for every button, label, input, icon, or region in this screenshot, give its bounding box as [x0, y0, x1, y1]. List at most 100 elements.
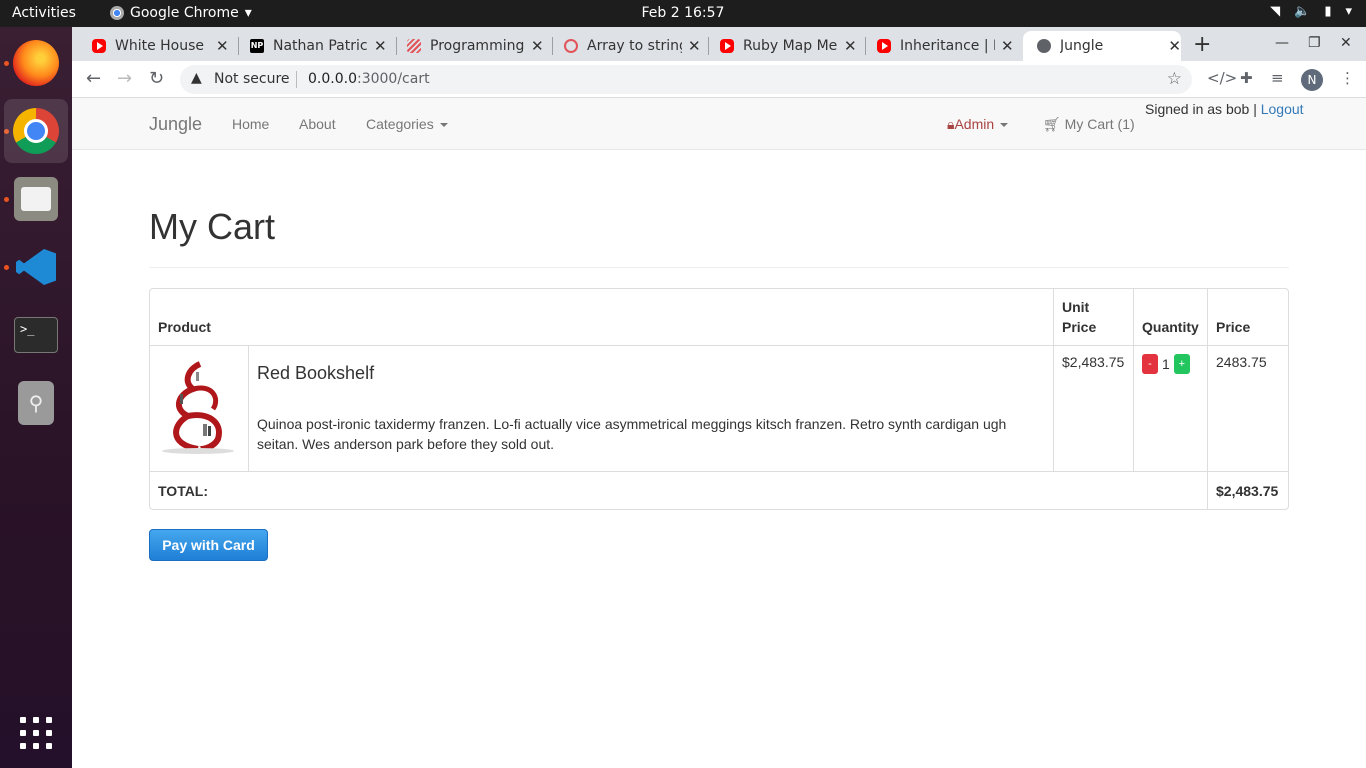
quantity-cell: -1 +	[1134, 346, 1208, 472]
system-tray[interactable]: ◥ 🔈 ▮ ▾	[1270, 4, 1352, 19]
url-path: :3000/cart	[356, 71, 430, 87]
nav-categories-label: Categories	[366, 116, 434, 132]
tab-inheritance[interactable]: Inheritance | R ✕	[857, 31, 1015, 61]
media-control-icon[interactable]: ≡	[1271, 69, 1284, 87]
nav-admin[interactable]: 🔒︎Admin	[947, 116, 1009, 133]
terminal-icon: >_	[14, 317, 58, 353]
firefox-icon	[13, 40, 59, 86]
url-host: 0.0.0.0	[308, 71, 357, 87]
os-top-bar: Activities Google Chrome ▾ Feb 2 16:57 ◥…	[0, 0, 1366, 27]
vscode-launcher[interactable]	[4, 235, 68, 299]
not-secure-label[interactable]: Not secure	[214, 71, 290, 87]
signed-in-text: Signed in as bob |	[1145, 101, 1261, 117]
product-image	[162, 361, 234, 454]
quantity-value: 1	[1162, 356, 1170, 372]
tab-strip: White House ✕ NP Nathan Patric ✕ Program…	[72, 27, 1366, 61]
close-tab-icon[interactable]: ✕	[1001, 37, 1014, 55]
terminal-launcher[interactable]: >_	[4, 303, 68, 367]
increase-quantity-button[interactable]: +	[1173, 354, 1190, 374]
table-header-row: Product Unit Price Quantity Price	[150, 289, 1288, 346]
tab-title: Ruby Map Me	[743, 38, 838, 54]
dock: >_ ⚲	[0, 27, 72, 768]
brand-link[interactable]: Jungle	[149, 114, 202, 135]
array-icon	[564, 39, 578, 53]
volume-icon: 🔈	[1294, 4, 1311, 19]
usb-icon: ⚲	[18, 381, 54, 425]
tab-title: Array to string	[587, 38, 682, 54]
more-menu-icon[interactable]: ⋮	[1340, 69, 1355, 87]
usb-launcher[interactable]: ⚲	[4, 371, 68, 435]
vscode-icon	[14, 245, 58, 289]
profile-avatar[interactable]: N	[1301, 69, 1323, 91]
nav-about[interactable]: About	[299, 116, 336, 132]
browser-toolbar: ← → ↻ ▲ Not secure 0.0.0.0:3000/cart ☆ <…	[72, 61, 1366, 98]
total-row: TOTAL: $2,483.75	[150, 472, 1288, 509]
caret-down-icon	[1000, 123, 1009, 128]
nav-my-cart-label: My Cart (1)	[1064, 116, 1135, 132]
tab-array-to-string[interactable]: Array to string ✕	[544, 31, 702, 61]
table-row: Red Bookshelf Quinoa post-ironic taxider…	[150, 346, 1288, 472]
nav-admin-label: Admin	[954, 116, 995, 132]
tab-white-house[interactable]: White House ✕	[72, 31, 230, 61]
tab-title: White House	[115, 38, 205, 54]
tab-title: Nathan Patric	[273, 38, 368, 54]
product-image-cell	[150, 346, 249, 472]
header-product: Product	[150, 289, 1054, 346]
bookmark-star-icon[interactable]: ☆	[1167, 69, 1182, 89]
restore-icon[interactable]: ❐	[1308, 35, 1321, 51]
tab-title: Programming	[430, 38, 525, 54]
firefox-launcher[interactable]	[4, 31, 68, 95]
title-divider	[149, 267, 1289, 268]
forward-icon[interactable]: →	[117, 68, 132, 89]
warning-icon[interactable]: ▲	[191, 70, 202, 86]
decrease-quantity-button[interactable]: -	[1142, 354, 1158, 374]
np-icon: NP	[250, 39, 264, 53]
close-tab-icon[interactable]: ✕	[688, 37, 701, 55]
close-tab-icon[interactable]: ✕	[1168, 37, 1181, 55]
pay-with-card-button[interactable]: Pay with Card	[149, 529, 268, 561]
devtools-extension-icon[interactable]: </>	[1207, 69, 1237, 87]
tab-nathan-patrick[interactable]: NP Nathan Patric ✕	[230, 31, 388, 61]
files-launcher[interactable]	[4, 167, 68, 231]
logout-link[interactable]: Logout	[1261, 101, 1304, 117]
nav-my-cart[interactable]: 🛒︎ My Cart (1)	[1043, 116, 1135, 133]
signed-in-status: Signed in as bob | Logout	[1145, 101, 1304, 117]
nav-categories[interactable]: Categories	[366, 116, 448, 132]
tab-ruby-map[interactable]: Ruby Map Me ✕	[700, 31, 858, 61]
chrome-launcher[interactable]	[4, 99, 68, 163]
header-price: Price	[1208, 289, 1288, 346]
nav-home[interactable]: Home	[232, 116, 269, 132]
price-cell: 2483.75	[1208, 346, 1288, 472]
globe-icon	[1037, 39, 1051, 53]
total-label: TOTAL:	[150, 472, 1208, 509]
header-unit-price-line1: Unit	[1062, 299, 1090, 315]
close-window-icon[interactable]: ✕	[1340, 35, 1352, 51]
extensions-puzzle-icon[interactable]: ✚	[1240, 69, 1253, 87]
reload-icon[interactable]: ↻	[149, 68, 164, 89]
page-title: My Cart	[149, 206, 275, 247]
power-menu-icon: ▾	[1345, 4, 1352, 19]
close-tab-icon[interactable]: ✕	[844, 37, 857, 55]
close-tab-icon[interactable]: ✕	[374, 37, 387, 55]
tab-title: Jungle	[1060, 38, 1104, 54]
show-apps-button[interactable]	[20, 717, 52, 749]
product-info-cell: Red Bookshelf Quinoa post-ironic taxider…	[249, 346, 1054, 472]
close-tab-icon[interactable]: ✕	[531, 37, 544, 55]
youtube-icon	[720, 39, 734, 53]
close-tab-icon[interactable]: ✕	[216, 37, 229, 55]
url-text[interactable]: 0.0.0.0:3000/cart	[308, 71, 430, 87]
header-quantity: Quantity	[1134, 289, 1208, 346]
tab-programming[interactable]: Programming ✕	[387, 31, 545, 61]
tab-jungle[interactable]: Jungle ✕	[1023, 31, 1181, 61]
files-icon	[14, 177, 58, 221]
unit-price-cell: $2,483.75	[1054, 346, 1134, 472]
youtube-icon	[92, 39, 106, 53]
site-navbar: Jungle Home About Categories 🔒︎Admin 🛒︎ …	[72, 98, 1366, 150]
product-name[interactable]: Red Bookshelf	[257, 363, 1045, 384]
address-bar[interactable]: ▲ Not secure 0.0.0.0:3000/cart ☆	[180, 65, 1192, 94]
minimize-icon[interactable]: —	[1275, 35, 1289, 51]
programming-icon	[407, 39, 421, 53]
back-icon[interactable]: ←	[86, 68, 101, 89]
new-tab-button[interactable]: +	[1193, 32, 1211, 57]
clock[interactable]: Feb 2 16:57	[0, 5, 1366, 21]
